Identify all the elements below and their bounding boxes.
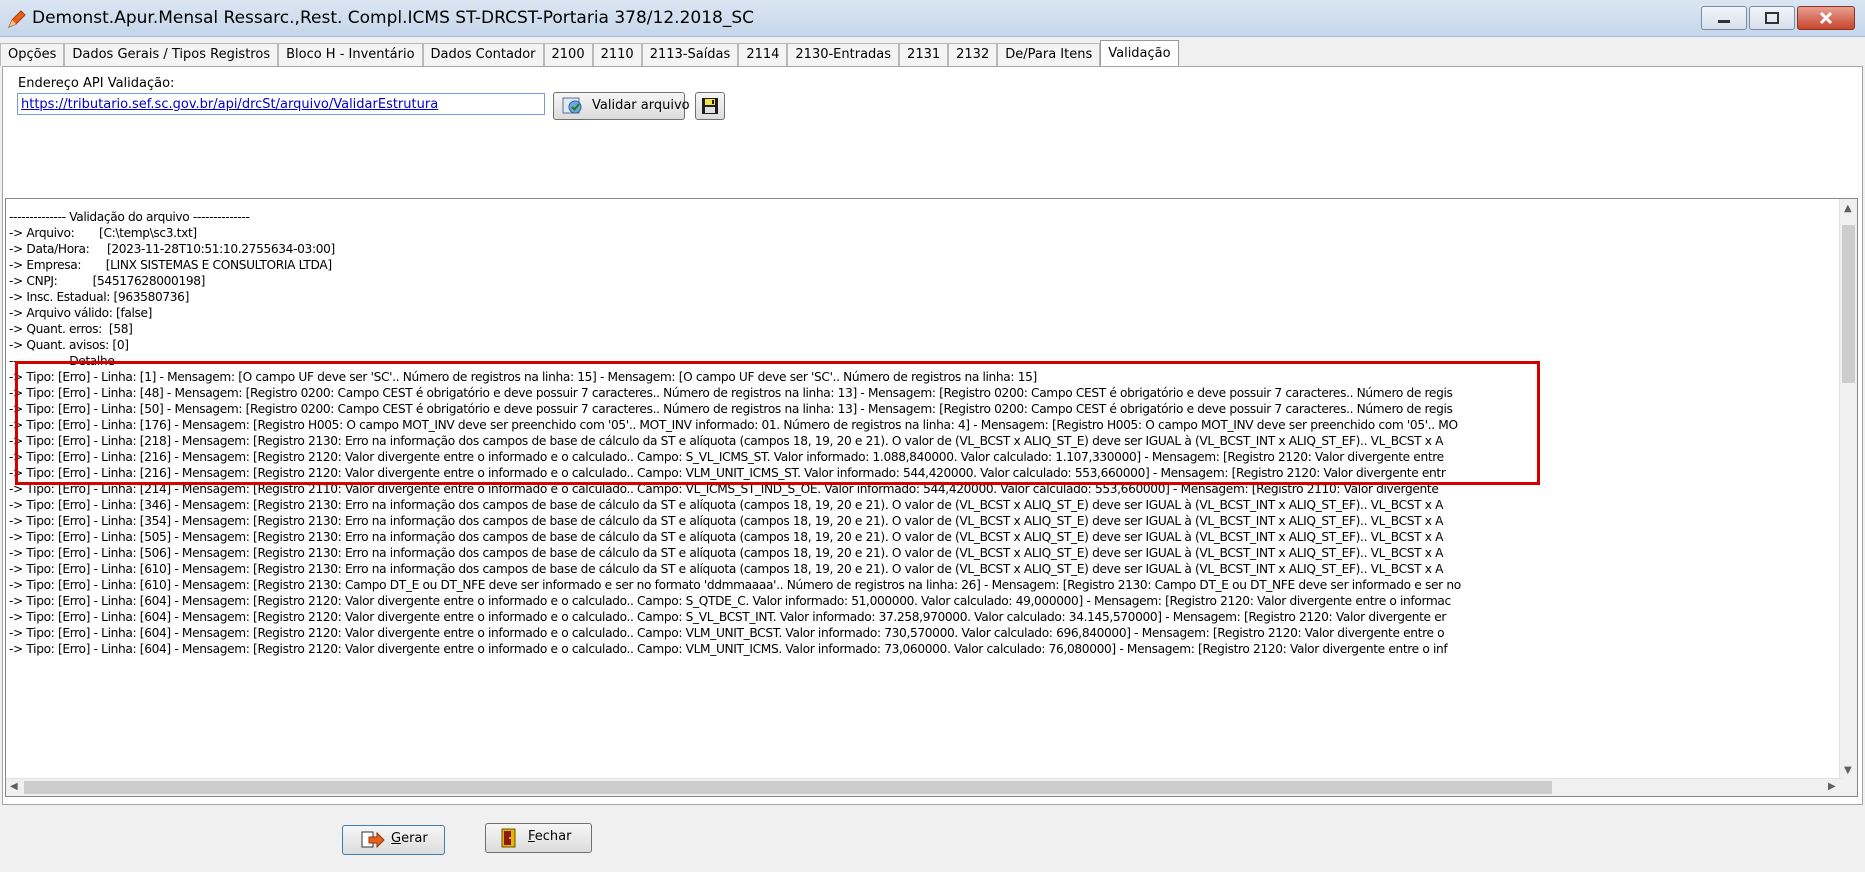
log-line: -> Empresa: [LINX SISTEMAS E CONSULTORIA… [9, 258, 332, 273]
gerar-label: erar [401, 831, 428, 846]
log-line: -> Tipo: [Erro] - Linha: [610] - Mensage… [9, 562, 1444, 577]
validar-arquivo-label: Validar arquivo [592, 98, 690, 113]
tab-bloco-h[interactable]: Bloco H - Inventário [278, 43, 423, 66]
save-button[interactable] [695, 92, 725, 120]
fechar-accel: F [528, 829, 535, 844]
tab-de-para-itens[interactable]: De/Para Itens [997, 43, 1101, 66]
tab-dados-gerais[interactable]: Dados Gerais / Tipos Registros [64, 43, 279, 66]
log-line: -> Tipo: [Erro] - Linha: [604] - Mensage… [9, 642, 1448, 657]
log-lines: -------------- Validação do arquivo ----… [9, 209, 1539, 657]
globe-check-icon [562, 97, 582, 114]
log-line: -> Quant. avisos: [0] [9, 338, 129, 353]
tab-strip: Opções Dados Gerais / Tipos Registros Bl… [0, 40, 1179, 66]
log-line: -> Tipo: [Erro] - Linha: [216] - Mensage… [9, 466, 1446, 481]
log-line: -> CNPJ: [54517628000198] [9, 274, 206, 289]
tab-2114[interactable]: 2114 [738, 43, 788, 66]
log-line: -> Tipo: [Erro] - Linha: [346] - Mensage… [9, 498, 1444, 513]
validar-arquivo-button[interactable]: Validar arquivo [553, 92, 690, 120]
log-line: -> Tipo: [Erro] - Linha: [48] - Mensagem… [9, 386, 1453, 401]
floppy-disk-icon [702, 98, 718, 114]
tab-validacao[interactable]: Validação [1100, 40, 1179, 66]
validation-log[interactable]: -------------- Validação do arquivo ----… [5, 198, 1858, 797]
tab-opcoes[interactable]: Opções [0, 43, 65, 66]
scroll-right-icon[interactable]: ▶ [1828, 781, 1836, 792]
export-arrow-icon [361, 831, 385, 849]
log-line: -> Insc. Estadual: [963580736] [9, 290, 189, 305]
maximize-button[interactable] [1749, 6, 1795, 30]
log-line: -> Tipo: [Erro] - Linha: [216] - Mensage… [9, 450, 1444, 465]
log-line: -> Tipo: [Erro] - Linha: [604] - Mensage… [9, 626, 1445, 641]
scroll-up-icon[interactable]: ▲ [1844, 203, 1852, 214]
tab-2113-saidas[interactable]: 2113-Saídas [641, 43, 739, 66]
fechar-button[interactable]: Fechar [485, 823, 592, 853]
log-line: -> Tipo: [Erro] - Linha: [604] - Mensage… [9, 610, 1447, 625]
log-line: -> Arquivo: [C:\temp\sc3.txt] [9, 226, 197, 241]
scroll-corner [1840, 779, 1857, 796]
edit-pencil-icon [8, 10, 26, 28]
tab-2131[interactable]: 2131 [899, 43, 949, 66]
log-line: -> Data/Hora: [2023-11-28T10:51:10.27556… [9, 242, 335, 257]
close-icon [1819, 11, 1833, 25]
log-line: -> Tipo: [Erro] - Linha: [506] - Mensage… [9, 546, 1444, 561]
gerar-button[interactable]: Gerar [342, 825, 445, 855]
scroll-down-icon[interactable]: ▼ [1844, 765, 1852, 776]
scroll-left-icon[interactable]: ◀ [10, 781, 18, 792]
api-url-label: Endereço API Validação: [18, 76, 175, 91]
log-line: -> Tipo: [Erro] - Linha: [50] - Mensagem… [9, 402, 1453, 417]
tab-2100[interactable]: 2100 [543, 43, 593, 66]
log-line: -> Tipo: [Erro] - Linha: [214] - Mensage… [9, 482, 1439, 497]
log-line: -------------- Validação do arquivo ----… [9, 210, 250, 224]
exit-door-icon [501, 828, 516, 848]
fechar-label: echar [534, 829, 572, 844]
log-line: -> Tipo: [Erro] - Linha: [604] - Mensage… [9, 594, 1451, 609]
vertical-scrollbar[interactable]: ▲ ▼ [1839, 199, 1857, 781]
tab-dados-contador[interactable]: Dados Contador [422, 43, 544, 66]
maximize-icon [1765, 12, 1779, 24]
log-line: -> Tipo: [Erro] - Linha: [1] - Mensagem:… [9, 370, 1037, 385]
minimize-button[interactable] [1701, 6, 1747, 30]
api-url-input[interactable]: https://tributario.sef.sc.gov.br/api/drc… [17, 93, 545, 115]
log-line: -> Tipo: [Erro] - Linha: [176] - Mensage… [9, 418, 1458, 433]
tab-2110[interactable]: 2110 [592, 43, 642, 66]
log-line: -> Quant. erros: [58] [9, 322, 133, 337]
tab-2132[interactable]: 2132 [948, 43, 998, 66]
log-line: -> Tipo: [Erro] - Linha: [610] - Mensage… [9, 578, 1461, 593]
log-line: -> Tipo: [Erro] - Linha: [354] - Mensage… [9, 514, 1444, 529]
log-line: -> Tipo: [Erro] - Linha: [505] - Mensage… [9, 530, 1444, 545]
gerar-accel: G [391, 831, 402, 846]
window-title: Demonst.Apur.Mensal Ressarc.,Rest. Compl… [32, 8, 754, 28]
log-line: -> Tipo: [Erro] - Linha: [218] - Mensage… [9, 434, 1444, 449]
vertical-scroll-thumb[interactable] [1842, 225, 1855, 383]
title-bar: Demonst.Apur.Mensal Ressarc.,Rest. Compl… [0, 0, 1865, 37]
tab-2130-entradas[interactable]: 2130-Entradas [787, 43, 900, 66]
log-line: -------------- Detalhe -------------- [9, 354, 175, 369]
close-button[interactable] [1797, 6, 1855, 30]
log-line: -> Arquivo válido: [false] [9, 306, 153, 321]
minimize-icon [1718, 20, 1730, 23]
horizontal-scroll-thumb[interactable] [24, 781, 1552, 794]
horizontal-scrollbar[interactable]: ◀ ▶ [6, 778, 1842, 796]
window-controls [1701, 6, 1855, 30]
